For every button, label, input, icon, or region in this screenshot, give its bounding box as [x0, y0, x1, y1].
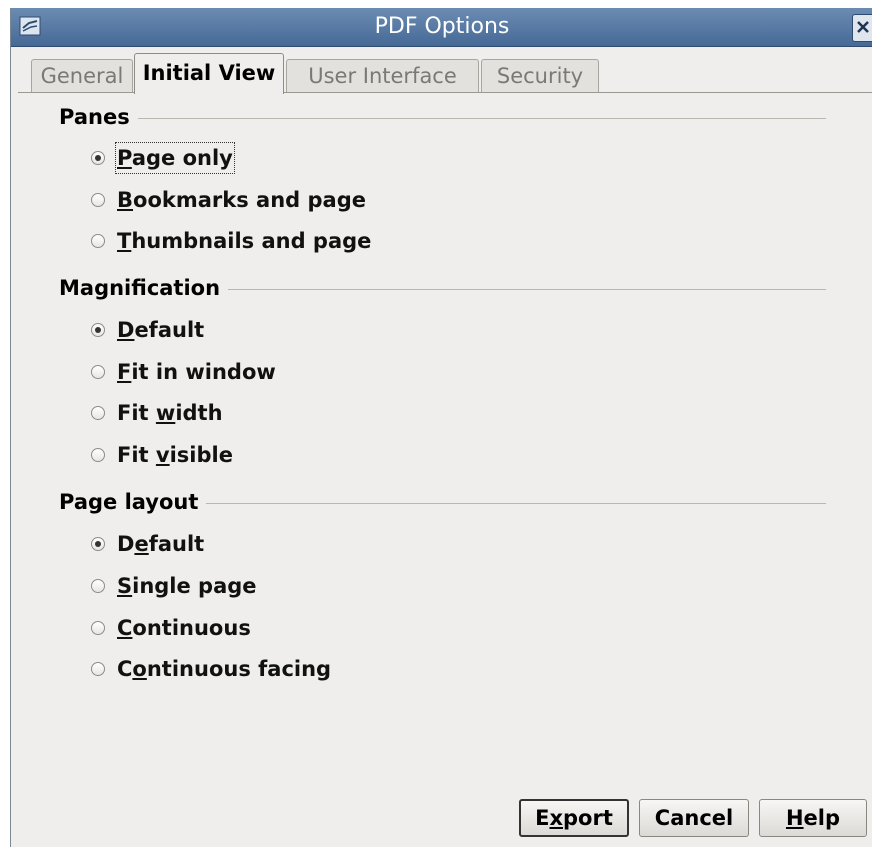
radio-label: Continuous [117, 616, 251, 640]
panes-divider [81, 118, 826, 119]
tab-security[interactable]: Security [481, 59, 599, 92]
tab-label: Security [496, 64, 584, 88]
radio-label: Bookmarks and page [117, 188, 366, 212]
page-layout-group-title: Page layout [59, 490, 207, 514]
tab-user-interface[interactable]: User Interface [286, 59, 479, 92]
radio-label: Fit in window [117, 360, 276, 384]
tab-general[interactable]: General [31, 59, 133, 92]
tab-label: Initial View [142, 61, 276, 85]
radio-indicator [91, 151, 105, 165]
radio-indicator [91, 448, 105, 462]
radio-indicator [91, 193, 105, 207]
magnification-divider [181, 289, 826, 290]
cancel-button[interactable]: Cancel [639, 799, 749, 837]
radio-indicator [91, 662, 105, 676]
export-button[interactable]: Export [519, 799, 629, 837]
pdf-options-dialog: PDF Options General Initial View User In… [10, 8, 872, 847]
radio-indicator [91, 621, 105, 635]
tab-initial-view[interactable]: Initial View [134, 53, 284, 94]
radio-label: Fit width [117, 401, 223, 425]
radio-label: Thumbnails and page [117, 229, 372, 253]
radio-indicator [91, 234, 105, 248]
radio-label: Page only [115, 142, 235, 174]
close-button[interactable] [852, 14, 872, 42]
radio-indicator [91, 537, 105, 551]
radio-indicator [91, 365, 105, 379]
panes-group-title: Panes [59, 105, 138, 129]
title-bar[interactable]: PDF Options [11, 8, 872, 47]
radio-label: Default [117, 318, 205, 342]
radio-label: Default [117, 532, 205, 556]
magnification-group-title: Magnification [59, 276, 229, 300]
radio-indicator [91, 579, 105, 593]
radio-indicator [91, 323, 105, 337]
radio-label: Single page [117, 574, 257, 598]
close-icon [857, 21, 869, 33]
tab-label: User Interface [308, 64, 457, 88]
radio-label: Fit visible [117, 443, 233, 467]
help-button[interactable]: Help [759, 799, 867, 837]
window-title: PDF Options [374, 14, 510, 39]
radio-indicator [91, 406, 105, 420]
radio-label: Continuous facing [117, 657, 332, 681]
tab-label: General [40, 64, 124, 88]
page-layout-divider [171, 503, 826, 504]
